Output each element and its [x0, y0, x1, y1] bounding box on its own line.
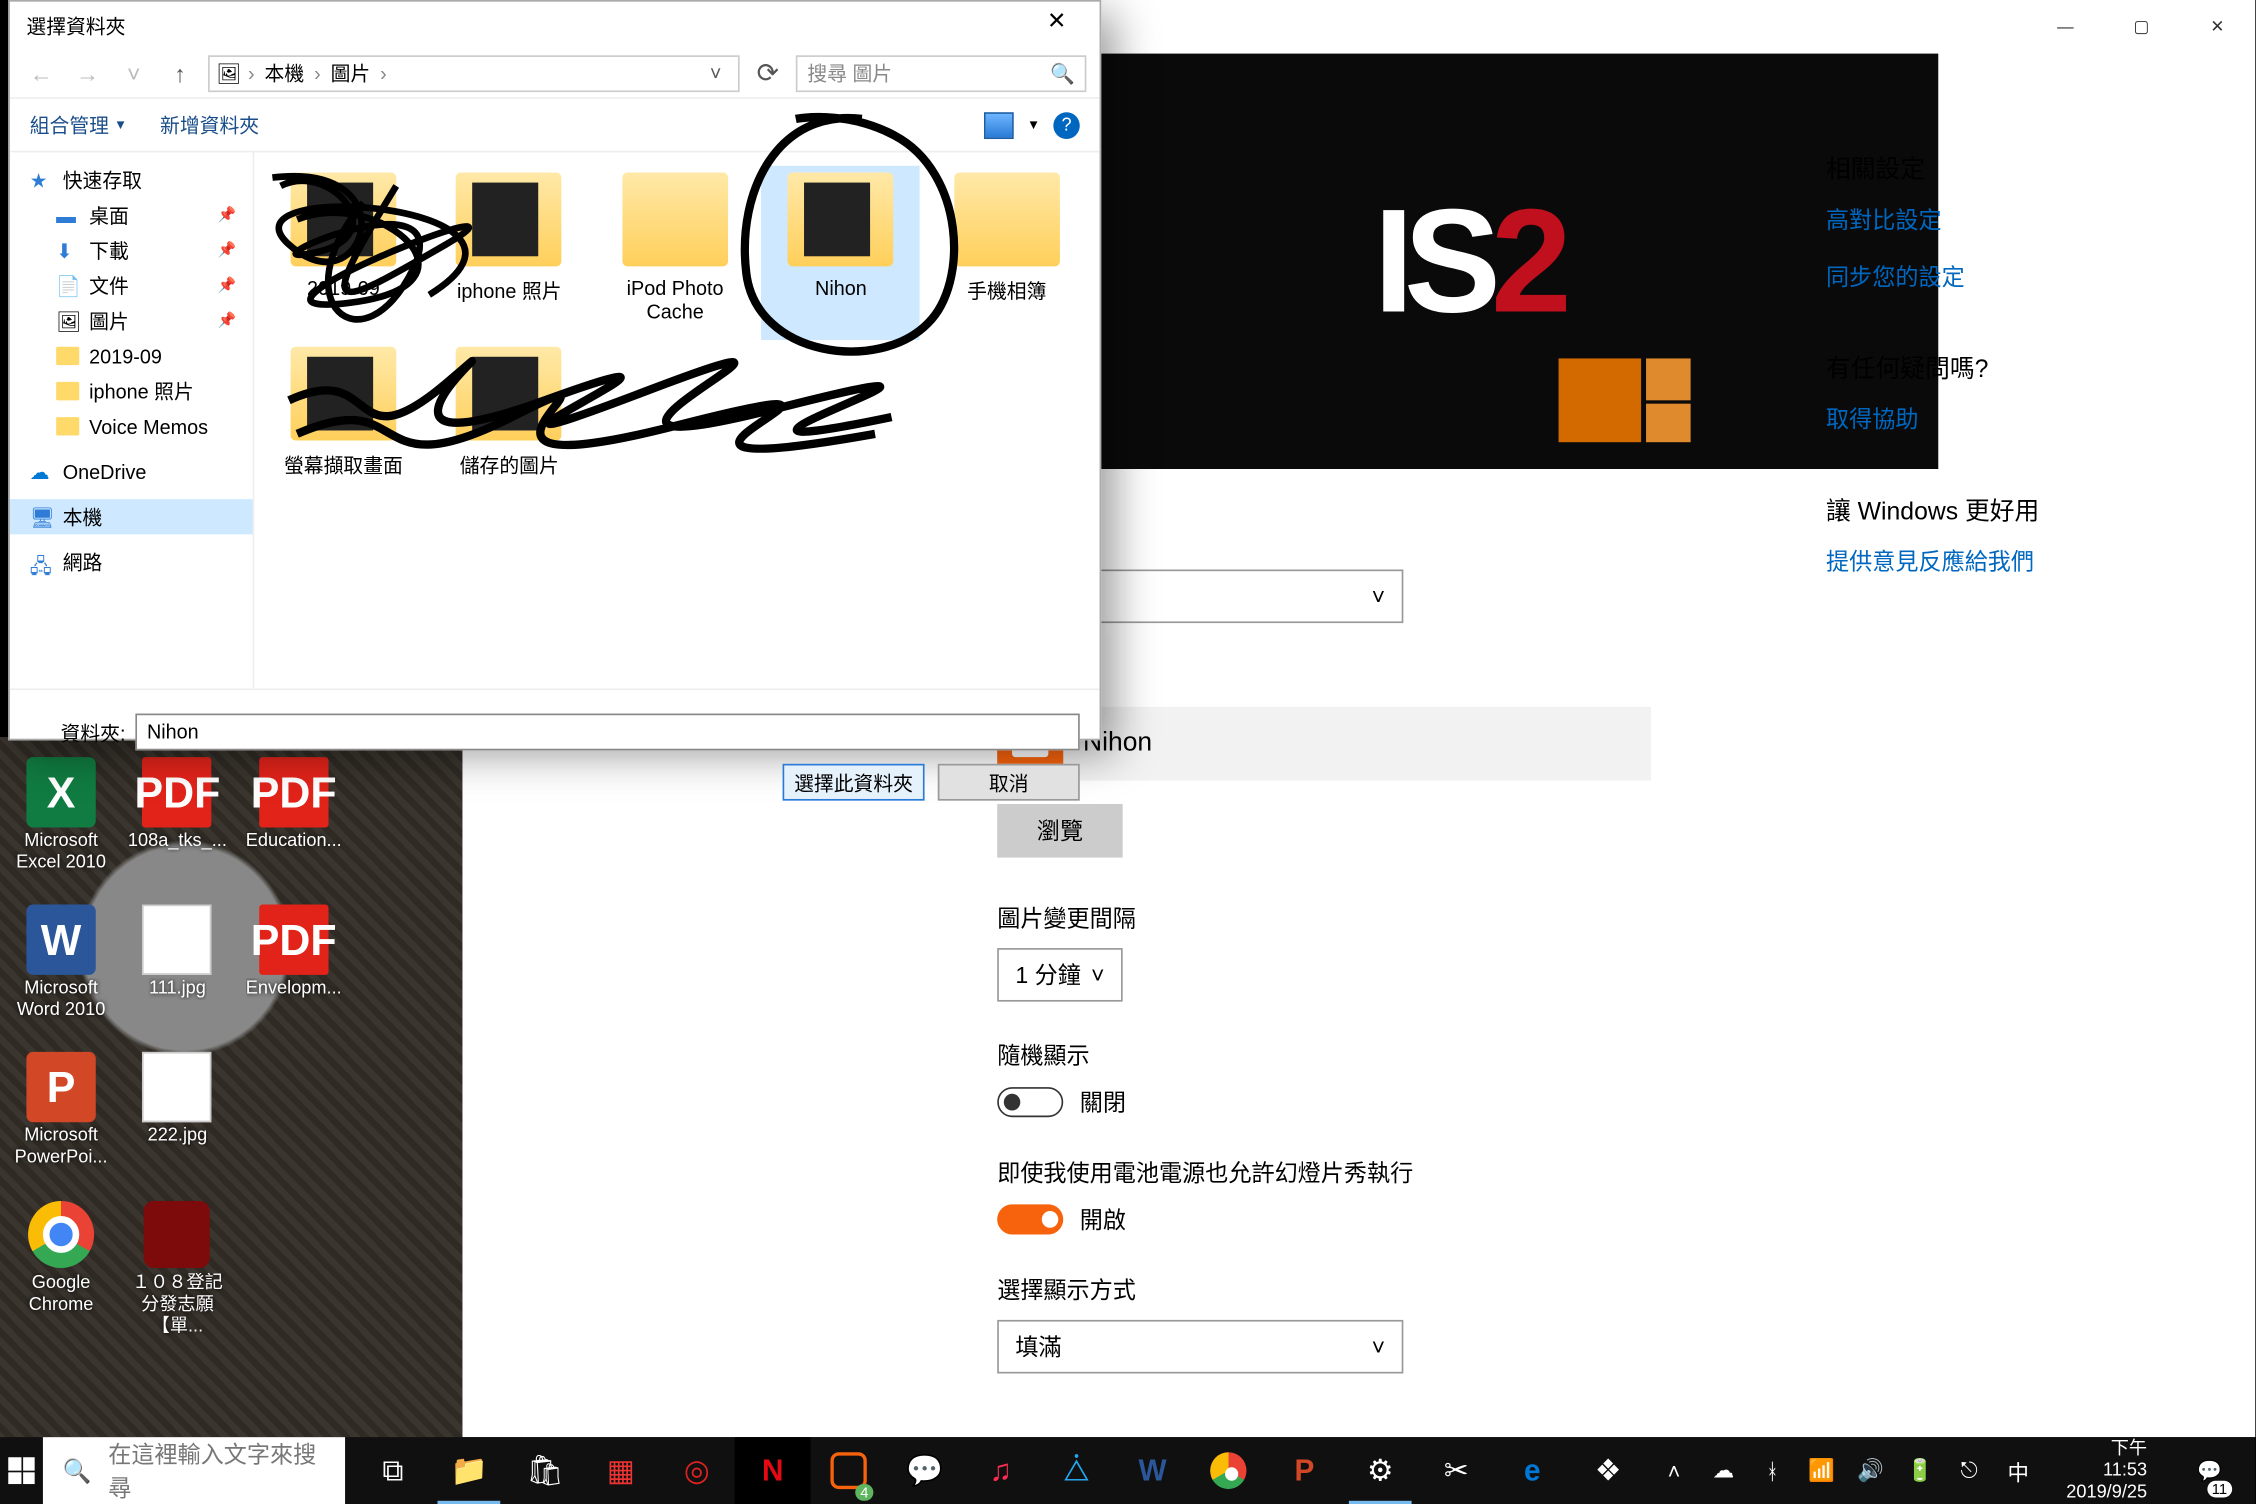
- forward-button[interactable]: →: [69, 54, 105, 91]
- tree-folder[interactable]: 2019-09: [10, 338, 253, 373]
- taskbar-powerpoint[interactable]: P: [1266, 1437, 1342, 1504]
- search-placeholder: 在這裡輸入文字來搜尋: [108, 1437, 325, 1504]
- folder-picker-dialog: 選擇資料夾 ✕ ← → ˅ ↑ 🖼 › 本機 › 圖片 › ˅ ⟳ 搜尋 圖片 …: [8, 0, 1101, 740]
- pictures-icon: 🖼: [216, 61, 241, 84]
- search-placeholder: 搜尋 圖片: [807, 59, 892, 87]
- tree-thispc[interactable]: 🖥本機: [10, 499, 253, 534]
- taskbar-vscode[interactable]: ⧊: [1039, 1437, 1115, 1504]
- desktop-icon-pdf[interactable]: PDFEnvelopm...: [239, 901, 348, 1045]
- back-button[interactable]: ←: [23, 54, 59, 91]
- new-folder-button[interactable]: 新增資料夾: [160, 111, 259, 139]
- taskbar-settings[interactable]: ⚙: [1342, 1437, 1418, 1504]
- breadcrumb[interactable]: 圖片: [327, 59, 373, 87]
- refresh-button[interactable]: ⟳: [750, 54, 786, 91]
- taskbar-itunes[interactable]: ♫: [963, 1437, 1039, 1504]
- folder-item[interactable]: iPod Photo Cache: [596, 166, 754, 340]
- folder-item-selected[interactable]: Nihon: [762, 166, 920, 340]
- tree-desktop[interactable]: ▬桌面📌: [10, 198, 253, 233]
- address-bar[interactable]: 🖼 › 本機 › 圖片 › ˅: [208, 54, 740, 91]
- action-center-button[interactable]: 💬11: [2177, 1437, 2242, 1504]
- taskbar: 🔍 在這裡輸入文字來搜尋 ⧉ 📁 🛍 ▦ ◎ N 4 💬 ♫ ⧊ W P ⚙ ✂…: [0, 1437, 2255, 1504]
- nav-tree: ★快速存取 ▬桌面📌 ⬇下載📌 📄文件📌 🖼圖片📌 2019-09 iphone…: [10, 152, 254, 688]
- usb-icon[interactable]: ⎋: [1954, 1457, 1983, 1484]
- select-folder-button[interactable]: 選擇此資料夾: [783, 764, 925, 801]
- redaction-scribble: [264, 152, 611, 336]
- taskbar-snip[interactable]: ✂: [1418, 1437, 1494, 1504]
- up-button[interactable]: ↑: [162, 54, 198, 91]
- taskbar-app[interactable]: ▦: [583, 1437, 659, 1504]
- bluetooth-icon[interactable]: ᚼ: [1758, 1458, 1787, 1483]
- redaction-scribble: [281, 350, 908, 501]
- search-icon: 🔍: [63, 1456, 92, 1484]
- volume-icon[interactable]: 🔊: [1856, 1457, 1885, 1484]
- tray-overflow[interactable]: ˄: [1659, 1458, 1688, 1483]
- chevron-down-icon[interactable]: ˅: [700, 61, 731, 84]
- tree-folder[interactable]: iphone 照片: [10, 374, 253, 409]
- tree-quick-access[interactable]: ★快速存取: [10, 162, 253, 197]
- ime-indicator[interactable]: 中: [2004, 1455, 2033, 1487]
- taskbar-clock[interactable]: 下午 11:53 2019/9/25: [2053, 1438, 2157, 1503]
- desktop-icon-powerpoint[interactable]: PMicrosoft PowerPoi...: [7, 1049, 116, 1193]
- dialog-title: 選擇資料夾: [26, 11, 125, 39]
- taskbar-app[interactable]: ❖: [1570, 1437, 1646, 1504]
- start-button[interactable]: [0, 1437, 43, 1504]
- recent-dropdown[interactable]: ˅: [116, 54, 152, 91]
- desktop-icon-shortcut[interactable]: １０８登記分發志願【單...: [123, 1196, 232, 1340]
- taskbar-app[interactable]: ◎: [659, 1437, 735, 1504]
- taskbar-search[interactable]: 🔍 在這裡輸入文字來搜尋: [43, 1437, 345, 1504]
- wifi-icon[interactable]: 📶: [1807, 1457, 1836, 1484]
- tree-network[interactable]: 🖧網路: [10, 544, 253, 579]
- taskbar-edge[interactable]: e: [1494, 1437, 1570, 1504]
- tree-downloads[interactable]: ⬇下載📌: [10, 233, 253, 268]
- taskbar-store[interactable]: 🛍: [507, 1437, 583, 1504]
- taskbar-chrome[interactable]: [1190, 1437, 1266, 1504]
- view-button[interactable]: [984, 111, 1014, 138]
- desktop-icon-image[interactable]: 222.jpg: [123, 1049, 232, 1193]
- desktop-icon-chrome[interactable]: Google Chrome: [7, 1196, 116, 1340]
- cancel-button[interactable]: 取消: [938, 764, 1080, 801]
- help-button[interactable]: ?: [1053, 111, 1079, 138]
- battery-icon[interactable]: 🔋: [1905, 1457, 1934, 1484]
- folder-item[interactable]: 手機相簿: [928, 166, 1086, 340]
- search-input[interactable]: 搜尋 圖片 🔍: [796, 54, 1087, 91]
- taskbar-netflix[interactable]: N: [735, 1437, 811, 1504]
- onedrive-icon[interactable]: ☁: [1709, 1457, 1738, 1484]
- desktop-icon-image[interactable]: 111.jpg: [123, 901, 232, 1045]
- taskbar-explorer[interactable]: 📁: [431, 1437, 507, 1504]
- organize-menu[interactable]: 組合管理▼: [30, 111, 127, 139]
- tree-folder[interactable]: Voice Memos: [10, 409, 253, 444]
- tree-documents[interactable]: 📄文件📌: [10, 268, 253, 303]
- system-tray: ˄ ☁ ᚼ 📶 🔊 🔋 ⎋ 中 下午 11:53 2019/9/25 💬11: [1646, 1437, 2255, 1504]
- folder-name-input[interactable]: [135, 714, 1079, 751]
- taskbar-app[interactable]: 4: [811, 1437, 887, 1504]
- tree-onedrive[interactable]: ☁OneDrive: [10, 454, 253, 489]
- desktop-icon-word[interactable]: WMicrosoft Word 2010: [7, 901, 116, 1045]
- task-view-button[interactable]: ⧉: [355, 1437, 431, 1504]
- close-button[interactable]: ✕: [1024, 7, 1090, 44]
- tree-pictures[interactable]: 🖼圖片📌: [10, 303, 253, 338]
- taskbar-word[interactable]: W: [1115, 1437, 1191, 1504]
- file-grid: 2019-09 iphone 照片 iPod Photo Cache Nihon…: [254, 152, 1099, 688]
- folder-field-label: 資料夾:: [30, 718, 126, 746]
- search-icon: 🔍: [1050, 61, 1075, 84]
- breadcrumb[interactable]: 本機: [261, 59, 307, 87]
- taskbar-line[interactable]: 💬: [887, 1437, 963, 1504]
